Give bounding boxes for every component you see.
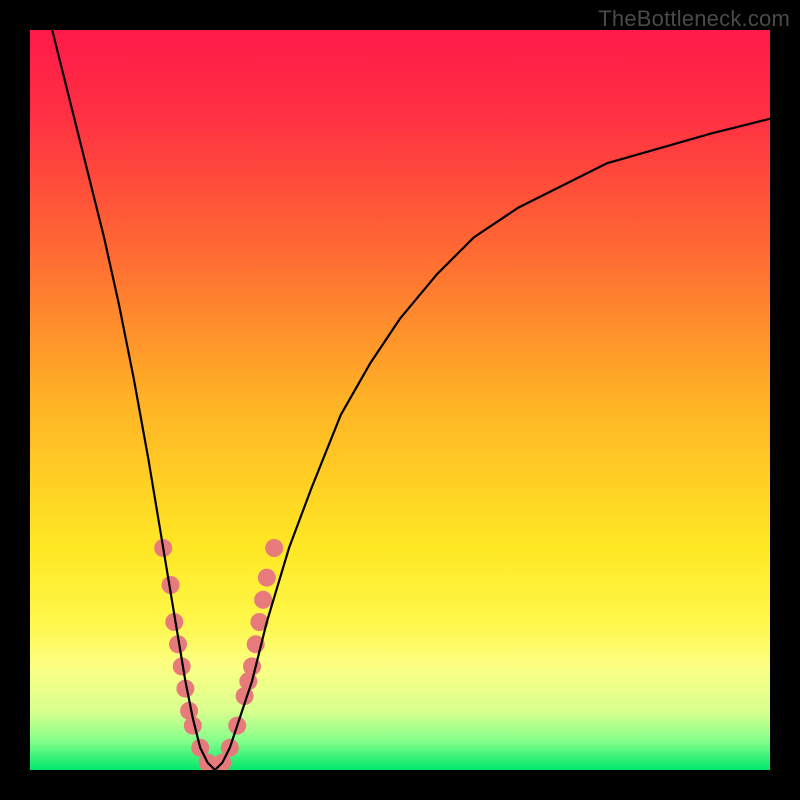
dip-marker-dot bbox=[265, 539, 283, 557]
plot-area bbox=[30, 30, 770, 770]
chart-overlay bbox=[30, 30, 770, 770]
dip-marker-dot bbox=[254, 591, 272, 609]
dip-marker-group bbox=[154, 539, 283, 770]
dip-marker-dot bbox=[258, 569, 276, 587]
watermark-text: TheBottleneck.com bbox=[598, 6, 790, 32]
chart-frame: TheBottleneck.com bbox=[0, 0, 800, 800]
bottleneck-curve bbox=[52, 30, 770, 770]
